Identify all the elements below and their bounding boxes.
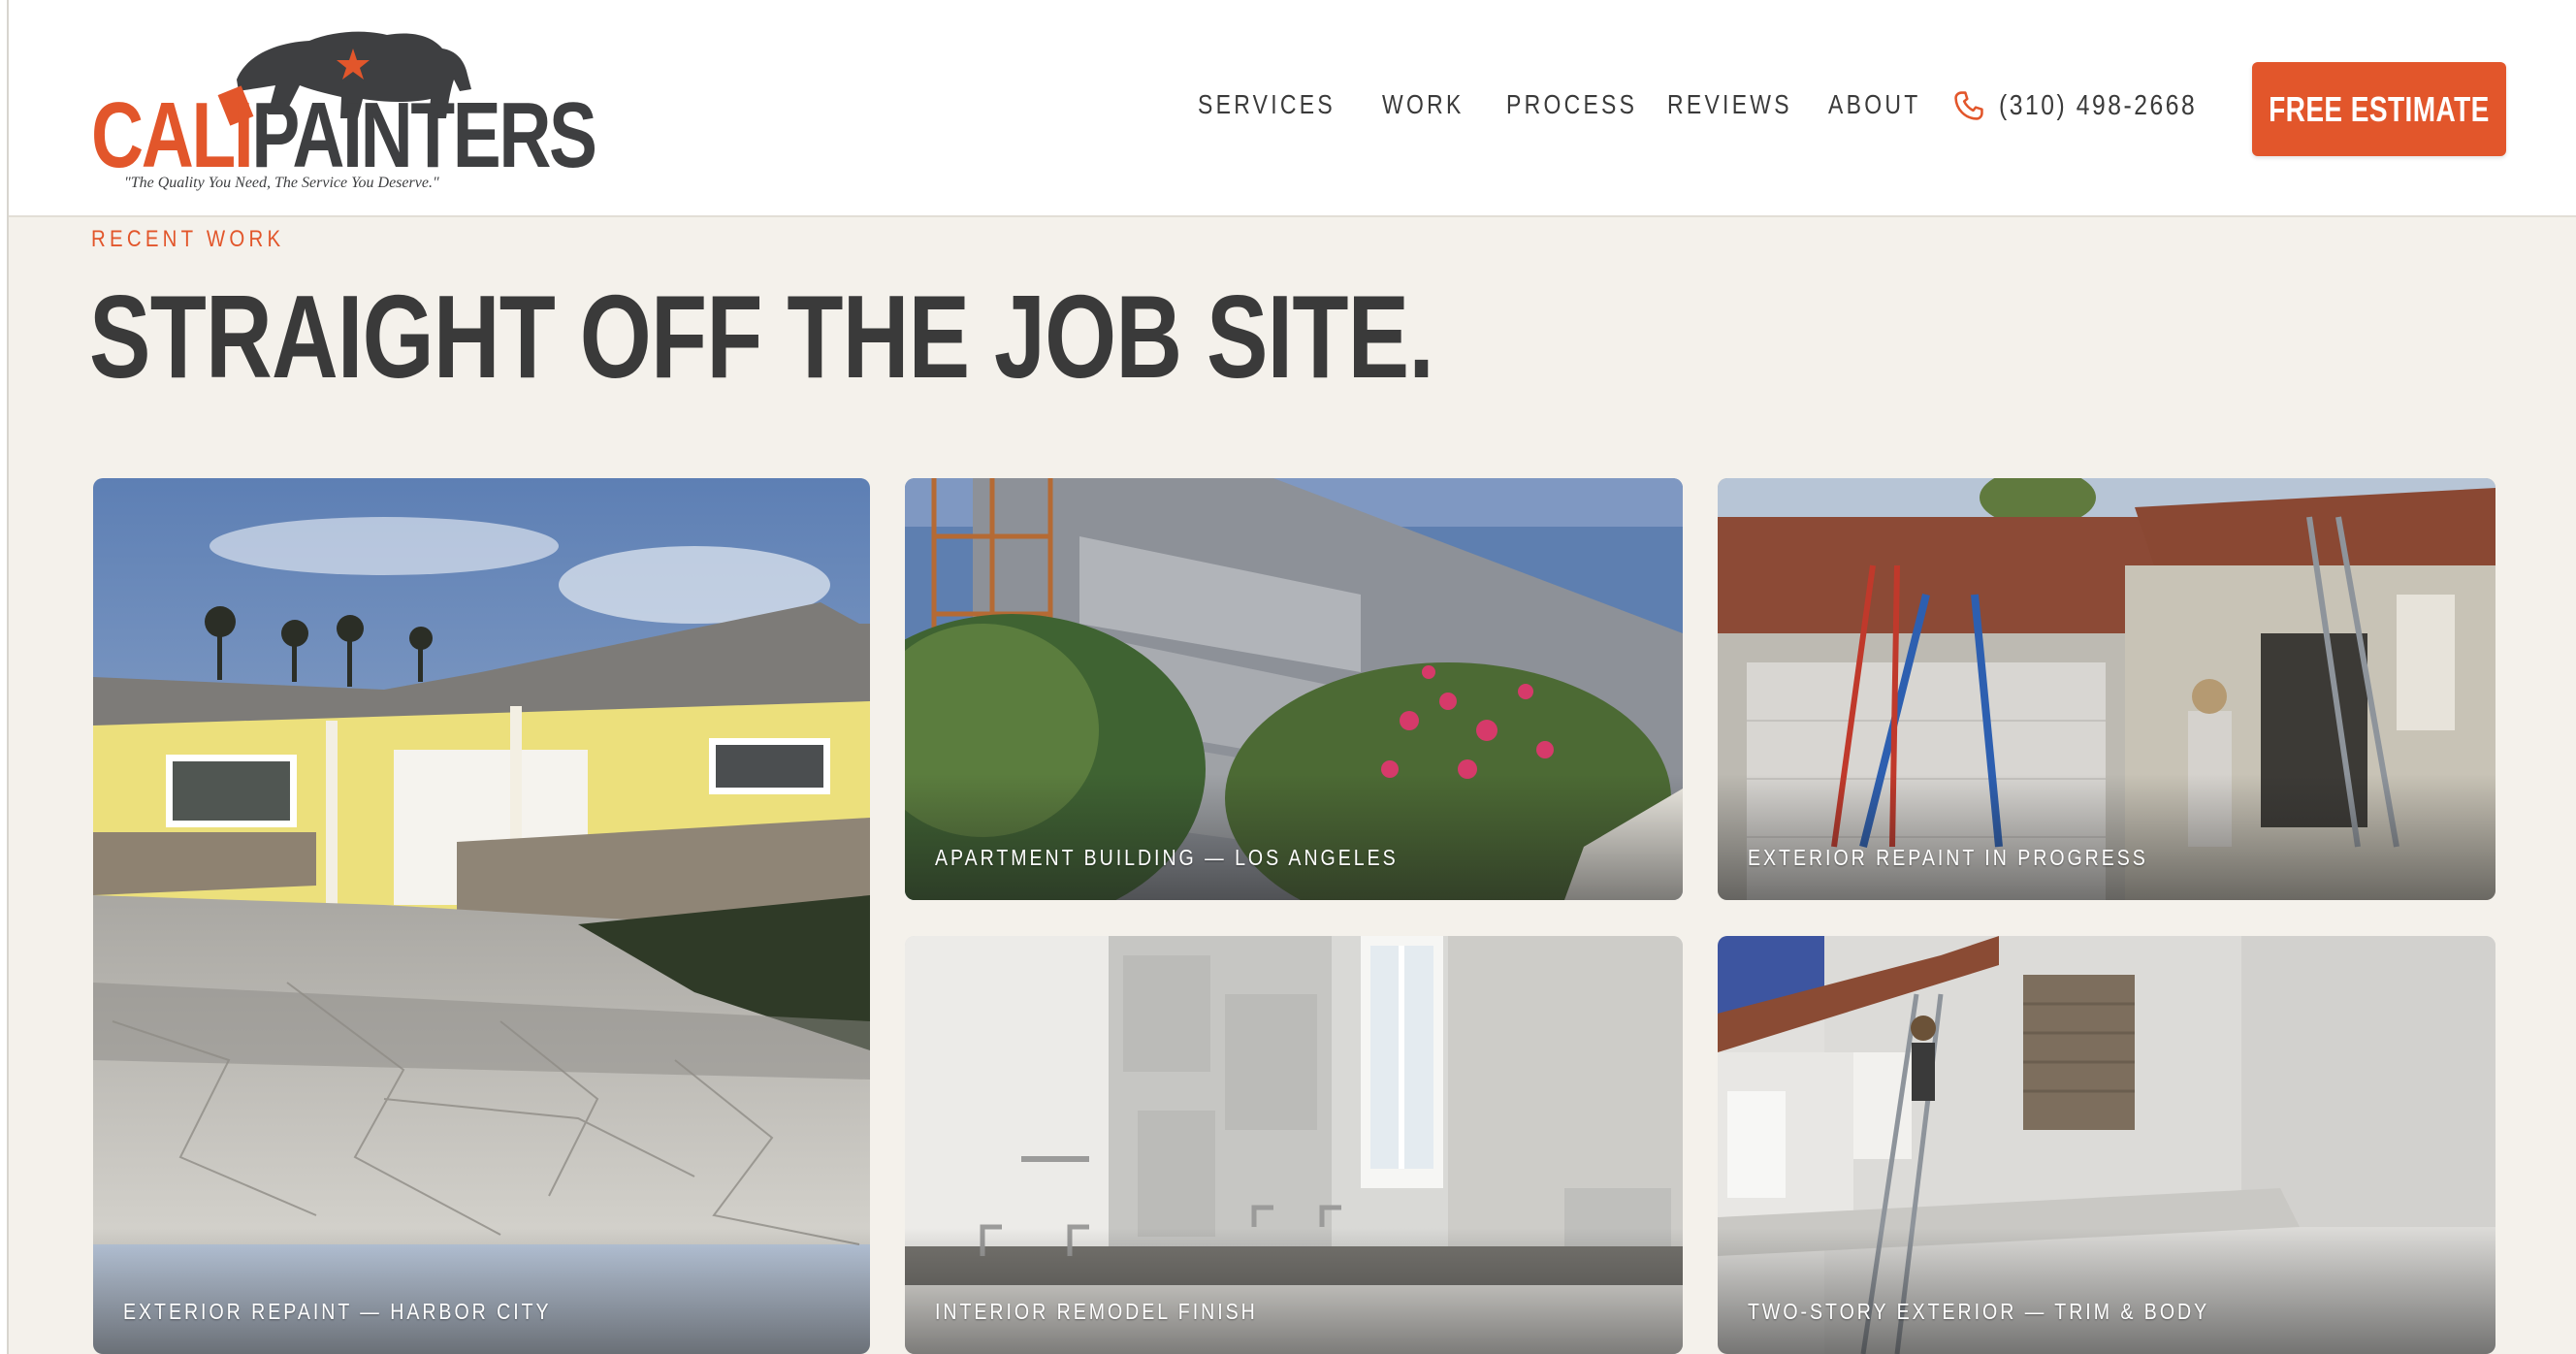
caption-shade xyxy=(905,774,1683,900)
gallery-card-harbor-city[interactable]: EXTERIOR REPAINT — HARBOR CITY xyxy=(93,478,870,1354)
logo-wordmark: CALIPAINTERS xyxy=(91,89,597,182)
section-headline: STRAIGHT OFF THE JOB SITE. xyxy=(89,271,1434,403)
phone-icon xyxy=(1954,91,1983,120)
logo-tagline: "The Quality You Need, The Service You D… xyxy=(124,175,439,191)
free-estimate-button[interactable]: FREE ESTIMATE xyxy=(2252,62,2506,156)
window-edge xyxy=(0,0,9,1354)
gallery-caption: APARTMENT BUILDING — LOS ANGELES xyxy=(935,845,1399,870)
gallery-card-interior[interactable]: INTERIOR REMODEL FINISH xyxy=(905,936,1683,1354)
gallery-caption: EXTERIOR REPAINT — HARBOR CITY xyxy=(123,1299,552,1324)
nav-about[interactable]: ABOUT xyxy=(1828,89,1921,120)
gallery-caption: TWO-STORY EXTERIOR — TRIM & BODY xyxy=(1748,1299,2210,1324)
section-eyebrow: RECENT WORK xyxy=(91,226,285,252)
caption-shade xyxy=(905,1228,1683,1354)
gallery-card-in-progress[interactable]: EXTERIOR REPAINT IN PROGRESS xyxy=(1718,478,2496,900)
caption-shade xyxy=(1718,1228,2496,1354)
logo-cali: CALI xyxy=(91,83,254,187)
gallery-caption: EXTERIOR REPAINT IN PROGRESS xyxy=(1748,845,2148,870)
caption-shade xyxy=(93,1228,870,1354)
nav-services[interactable]: SERVICES xyxy=(1198,89,1336,120)
house-photo xyxy=(93,478,870,1354)
gallery-card-two-story[interactable]: TWO-STORY EXTERIOR — TRIM & BODY xyxy=(1718,936,2496,1354)
phone-link[interactable]: (310) 498-2668 xyxy=(1952,89,2232,122)
gallery-card-apartment[interactable]: APARTMENT BUILDING — LOS ANGELES xyxy=(905,478,1683,900)
logo[interactable]: CALIPAINTERS "The Quality You Need, The … xyxy=(91,21,597,196)
nav-work[interactable]: WORK xyxy=(1382,89,1465,120)
site-header: CALIPAINTERS "The Quality You Need, The … xyxy=(9,0,2576,217)
main-nav: SERVICES WORK PROCESS REVIEWS ABOUT xyxy=(1198,89,1954,120)
free-estimate-label: FREE ESTIMATE xyxy=(2269,88,2490,129)
logo-painters: PAINTERS xyxy=(251,83,597,187)
caption-shade xyxy=(1718,774,2496,900)
gallery-caption: INTERIOR REMODEL FINISH xyxy=(935,1299,1258,1324)
nav-process[interactable]: PROCESS xyxy=(1506,89,1637,120)
nav-reviews[interactable]: REVIEWS xyxy=(1667,89,1792,120)
phone-number: (310) 498-2668 xyxy=(1999,89,2198,121)
